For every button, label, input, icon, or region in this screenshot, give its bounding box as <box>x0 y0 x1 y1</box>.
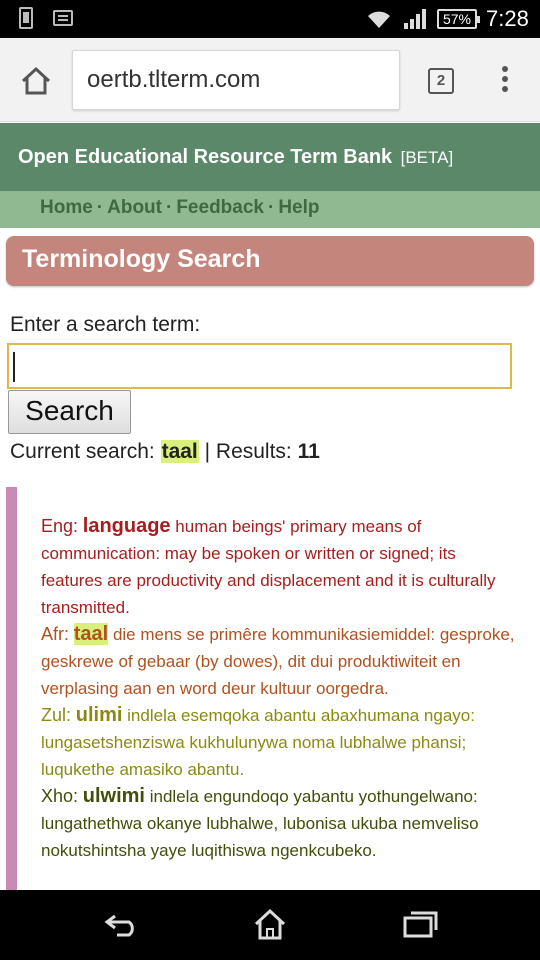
entry-term[interactable]: language <box>83 515 171 537</box>
clock: 7:28 <box>486 6 529 31</box>
site-header: Open Educational Resource Term Bank [BET… <box>0 123 540 191</box>
battery-icon: 57% <box>437 9 480 29</box>
search-input[interactable] <box>7 343 512 389</box>
entry-term[interactable]: ulwimi <box>83 785 145 807</box>
entry-definition: die mens se primêre kommunikasiemiddel: … <box>41 625 515 698</box>
result-body: Eng: language human beings' primary mean… <box>41 513 521 864</box>
nav-about[interactable]: About <box>107 197 162 218</box>
browser-toolbar: oertb.tlterm.com 2 <box>0 38 540 122</box>
wifi-icon <box>368 11 390 28</box>
text-caret <box>13 352 15 382</box>
search-button[interactable]: Search <box>8 390 131 434</box>
home-icon[interactable] <box>253 908 287 940</box>
phone-icon <box>19 7 33 29</box>
signal-icon <box>404 9 426 29</box>
results-count: 11 <box>297 440 320 463</box>
entry-lang: Zul: <box>41 705 72 725</box>
current-search-term: taal <box>160 440 199 463</box>
beta-label: [BETA] <box>400 148 454 167</box>
nav-help[interactable]: Help <box>278 197 319 218</box>
android-nav-bar <box>0 890 540 960</box>
entry-eng: Eng: language human beings' primary mean… <box>41 513 521 621</box>
section-title: Terminology Search <box>6 236 534 286</box>
result-card: Eng: language human beings' primary mean… <box>6 487 540 892</box>
nav-separator: · <box>96 197 104 218</box>
entry-zul: Zul: ulimi indlela esemqoka abantu abaxh… <box>41 702 521 783</box>
entry-lang: Eng: <box>41 516 79 536</box>
entry-afr: Afr: taal die mens se primêre kommunikas… <box>41 621 521 702</box>
nav-separator: · <box>166 197 173 218</box>
nav-feedback[interactable]: Feedback <box>176 197 264 218</box>
overflow-menu-icon[interactable] <box>502 66 508 96</box>
results-label: | Results: <box>204 440 292 463</box>
back-icon[interactable] <box>103 908 139 938</box>
nav-home[interactable]: Home <box>40 197 93 218</box>
tabs-icon[interactable]: 2 <box>428 68 454 94</box>
entry-xho: Xho: ulwimi indlela engundoqo yabantu yo… <box>41 783 521 864</box>
entry-lang: Xho: <box>41 786 79 806</box>
status-bar: 57% 7:28 <box>0 0 540 38</box>
site-title: Open Educational Resource Term Bank <box>18 146 393 168</box>
search-label: Enter a search term: <box>10 313 201 336</box>
entry-term[interactable]: taal <box>73 623 109 645</box>
message-icon <box>53 10 73 26</box>
nav-separator: · <box>267 197 275 218</box>
recents-icon[interactable] <box>402 908 438 938</box>
home-icon[interactable] <box>20 66 52 96</box>
address-bar[interactable]: oertb.tlterm.com <box>72 50 400 110</box>
current-search: Current search: taal | Results: 11 <box>10 440 320 464</box>
result-accent-bar <box>6 487 17 892</box>
current-search-label: Current search: <box>10 440 155 463</box>
entry-lang: Afr: <box>41 624 70 644</box>
entry-term[interactable]: ulimi <box>76 704 123 726</box>
site-nav: Home · About · Feedback · Help <box>0 191 540 228</box>
